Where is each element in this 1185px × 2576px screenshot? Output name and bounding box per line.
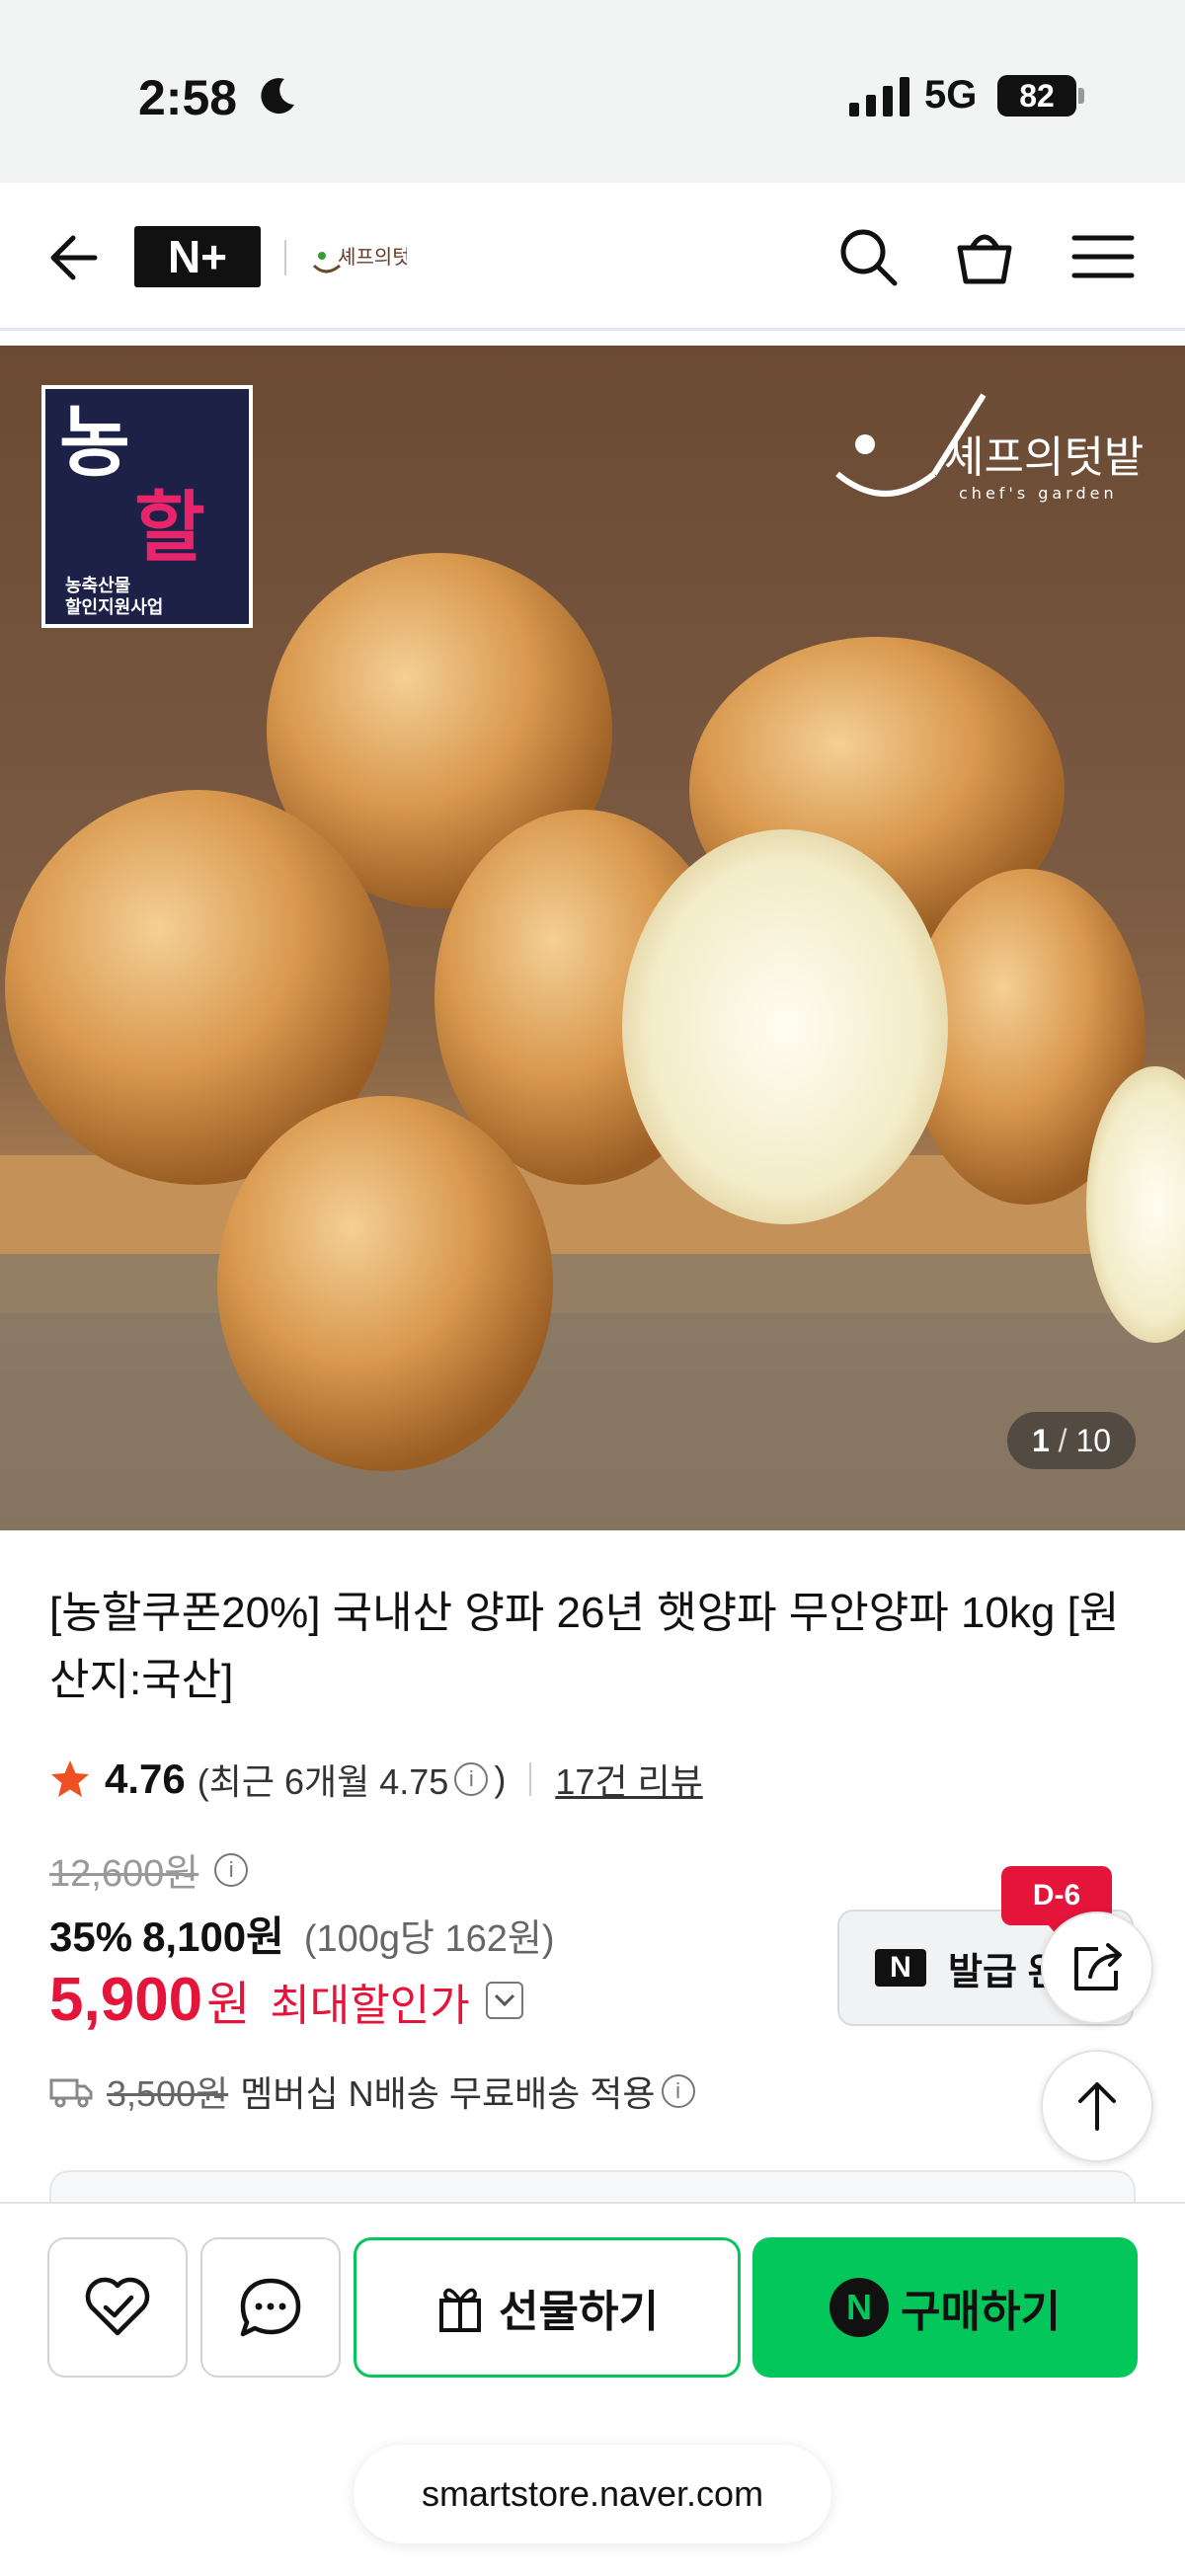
original-price-row: 12,600원 i [49, 1842, 254, 1897]
max-discount-label: 최대할인가 [270, 1982, 470, 2030]
recent-rating: (최근 6개월 4.75 [197, 1761, 449, 1802]
brand-logo-text: 셰프의텃밭 [338, 245, 407, 269]
product-title: [농할쿠폰20%] 국내산 양파 26년 햇양파 무안양파 10kg [원산지:… [49, 1589, 1120, 1704]
max-discount-row[interactable]: 5,900 원 최대할인가 [49, 1965, 523, 2035]
share-button[interactable] [1041, 1912, 1153, 2024]
truck-icon [49, 2078, 93, 2108]
review-count-link[interactable]: 17건 리뷰 [555, 1754, 702, 1805]
unit-price: (100g당 162원) [303, 1918, 555, 1960]
cellular-signal-icon [849, 77, 909, 117]
gift-label: 선물하기 [499, 2288, 659, 2336]
max-discount-won: 원 [206, 1979, 251, 2031]
bottom-action-bar: 선물하기 N 구매하기 smartstore.naver.com [0, 2202, 1185, 2576]
naver-pay-icon: N [830, 2278, 890, 2337]
arrow-up-icon [1078, 2082, 1116, 2131]
sale-price: 8,100원 [142, 1913, 284, 1960]
chat-bubble-icon [240, 2278, 301, 2337]
header-divider [284, 240, 286, 275]
scroll-top-button[interactable] [1041, 2050, 1153, 2162]
discount-percent: 35% [49, 1913, 133, 1960]
search-icon[interactable] [833, 222, 903, 291]
max-discount-price: 5,900 [49, 1966, 203, 2034]
share-icon [1074, 1943, 1122, 1991]
recent-rating-close: ) [494, 1758, 507, 1799]
info-icon[interactable]: i [454, 1762, 489, 1796]
chat-button[interactable] [200, 2237, 341, 2378]
star-icon [51, 1760, 89, 1797]
shipping-info-icon[interactable]: i [661, 2074, 695, 2108]
gift-button[interactable]: 선물하기 [354, 2237, 741, 2378]
status-time: 2:58 [138, 70, 238, 125]
shipping-row: 3,500원 멤버십 N배송 무료배송 적용 i [49, 2066, 701, 2117]
battery-indicator: 82 [997, 75, 1076, 117]
shipping-text: 멤버십 N배송 무료배송 적용 [240, 2073, 656, 2114]
rating-row: 4.76 (최근 6개월 4.75 i ) 17건 리뷰 [49, 1750, 703, 1809]
moon-icon [261, 78, 294, 115]
shipping-original-fee: 3,500원 [107, 2073, 229, 2114]
chevron-down-icon[interactable] [485, 1981, 523, 2019]
heart-check-icon [85, 2277, 150, 2336]
product-image-carousel[interactable]: 농 할 농축산물 할인지원사업 셰프의텃밭 chef's garden 1 / 1… [0, 346, 1185, 1530]
sale-price-row: 35% 8,100원 (100g당 162원) [49, 1904, 555, 1964]
rating-score: 4.76 [105, 1756, 186, 1802]
rating-divider [529, 1762, 532, 1796]
menu-icon[interactable] [1068, 222, 1138, 291]
nplus-store-logo[interactable]: N+ [134, 226, 261, 287]
buy-button[interactable]: N 구매하기 [752, 2237, 1138, 2378]
chef-logo-sub: chef's garden [959, 484, 1118, 503]
original-price: 12,600원 [49, 1853, 199, 1895]
nonghal-badge: 농 할 농축산물 할인지원사업 [41, 385, 253, 628]
gift-icon [439, 2288, 482, 2332]
image-counter: 1 / 10 [1007, 1412, 1136, 1469]
badge-line1: 농 [59, 399, 130, 486]
wishlist-button[interactable] [47, 2237, 188, 2378]
status-bar: 2:58 5G 82 [0, 0, 1185, 183]
network-type: 5G [924, 73, 978, 117]
top-nav-bar: N+ 셰프의텃밭 [0, 183, 1185, 331]
price-info-icon[interactable]: i [214, 1852, 249, 1887]
badge-line2: 할 [134, 484, 205, 571]
shopping-bag-icon[interactable] [950, 222, 1019, 291]
naver-n-icon: N [875, 1949, 926, 1987]
brand-logo[interactable]: 셰프의텃밭 [308, 226, 407, 289]
counter-current: 1 [1031, 1423, 1050, 1458]
battery-tip [1078, 88, 1084, 104]
buy-label: 구매하기 [901, 2288, 1061, 2336]
nplus-label: N+ [167, 231, 228, 282]
counter-total: 10 [1075, 1423, 1112, 1458]
url-bar[interactable]: smartstore.naver.com [354, 2445, 831, 2543]
chef-logo-text: 셰프의텃밭 [944, 432, 1144, 483]
badge-caption: 농축산물 할인지원사업 [65, 576, 164, 617]
back-arrow-icon[interactable] [40, 226, 103, 289]
chefs-garden-logo: 셰프의텃밭 chef's garden [835, 393, 1144, 503]
